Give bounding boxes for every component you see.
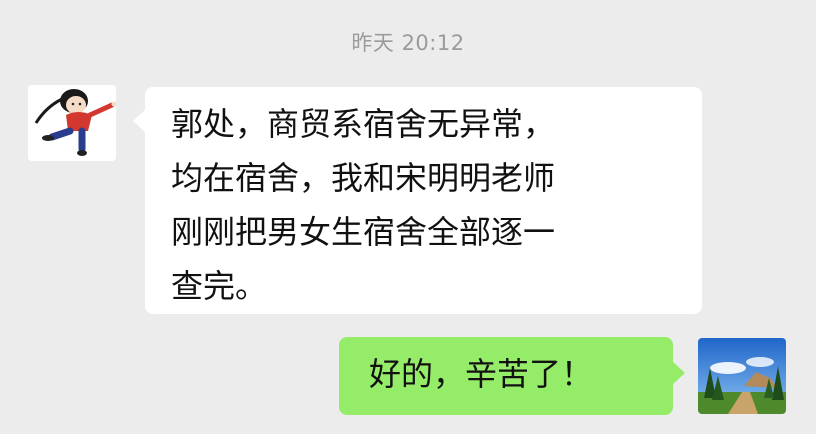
incoming-message-bubble[interactable]: 郭处，商贸系宿舍无异常， 均在宿舍，我和宋明明老师 刚刚把男女生宿舍全部逐一 查… [133, 87, 702, 314]
chat-window: 昨天 20:12 郭处，商贸系宿舍无异常， 均在宿舍，我和宋明明老师 刚刚把男女… [0, 0, 816, 434]
message-line: 刚刚把男女生宿舍全部逐一 [171, 213, 556, 251]
message-timestamp: 昨天 20:12 [351, 31, 465, 55]
outgoing-message-bubble[interactable]: 好的，辛苦了！ [339, 337, 685, 415]
landscape-photo-avatar-icon[interactable] [698, 338, 786, 414]
message-text: 好的，辛苦了！ [369, 355, 594, 393]
message-line: 均在宿舍，我和宋明明老师 [171, 159, 556, 197]
message-line: 查完。 [171, 267, 268, 305]
message-line: 郭处，商贸系宿舍无异常， [171, 105, 556, 143]
cartoon-child-avatar-icon[interactable] [28, 85, 116, 161]
